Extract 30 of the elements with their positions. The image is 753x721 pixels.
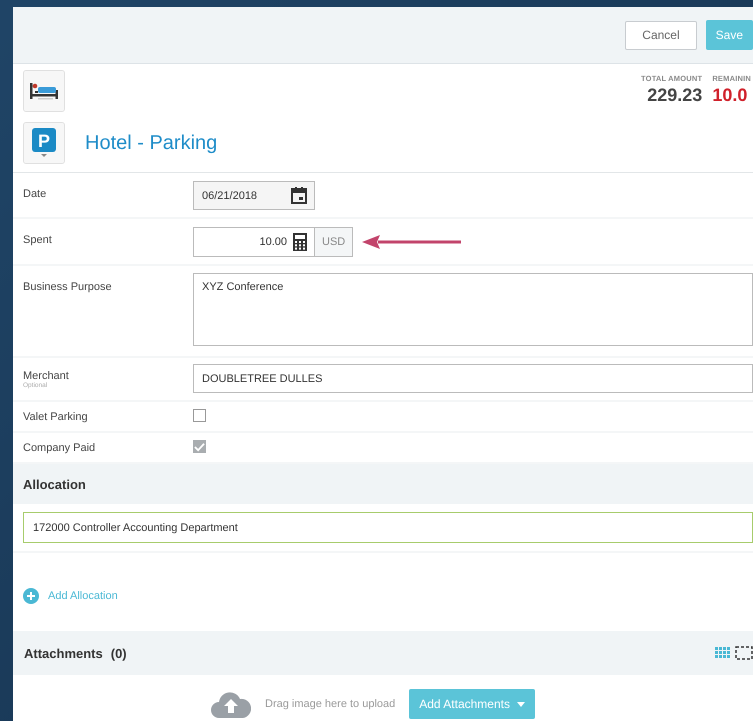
date-field[interactable]: 06/21/2018 bbox=[193, 181, 315, 210]
field-label: Spent bbox=[23, 234, 53, 246]
cloud-upload-icon[interactable] bbox=[211, 690, 251, 718]
summary-amount: 229.23 bbox=[647, 85, 702, 106]
summary-amount: 10.0 bbox=[712, 85, 748, 106]
cancel-button[interactable]: Cancel bbox=[625, 20, 697, 50]
purpose-textarea[interactable]: XYZ Conference bbox=[193, 273, 753, 346]
calendar-icon[interactable] bbox=[291, 187, 307, 204]
checkbox[interactable] bbox=[193, 408, 206, 422]
field-label: Merchant bbox=[23, 370, 70, 382]
parking-sign-icon[interactable]: P bbox=[23, 122, 65, 164]
hotel-bed-icon[interactable] bbox=[23, 70, 65, 112]
grid-view-icon[interactable] bbox=[715, 647, 731, 659]
expand-view-icon[interactable] bbox=[735, 646, 753, 660]
calculator-icon[interactable] bbox=[293, 233, 307, 251]
field-label: Date bbox=[23, 188, 48, 200]
upload-hint: Drag image here to upload bbox=[265, 698, 396, 710]
attachment-count: (0) bbox=[110, 646, 127, 660]
caret-icon[interactable] bbox=[516, 702, 525, 706]
field-label: Valet Parking bbox=[23, 410, 89, 422]
merchant-field[interactable]: DOUBLETREE DULLES bbox=[193, 364, 753, 393]
amount-field[interactable]: 10.00 bbox=[193, 227, 315, 257]
section-title: Allocation bbox=[23, 476, 86, 492]
field-label: Business Purpose bbox=[23, 281, 113, 293]
allocation-field[interactable]: 172000 Controller Accounting Department bbox=[23, 512, 753, 543]
currency-label: USD bbox=[315, 227, 354, 257]
plus-circle-icon[interactable] bbox=[23, 588, 39, 604]
expense-type-title: Hotel - Parking bbox=[85, 132, 218, 154]
section-title: Attachments bbox=[24, 646, 103, 660]
field-label: Company Paid bbox=[23, 442, 96, 454]
